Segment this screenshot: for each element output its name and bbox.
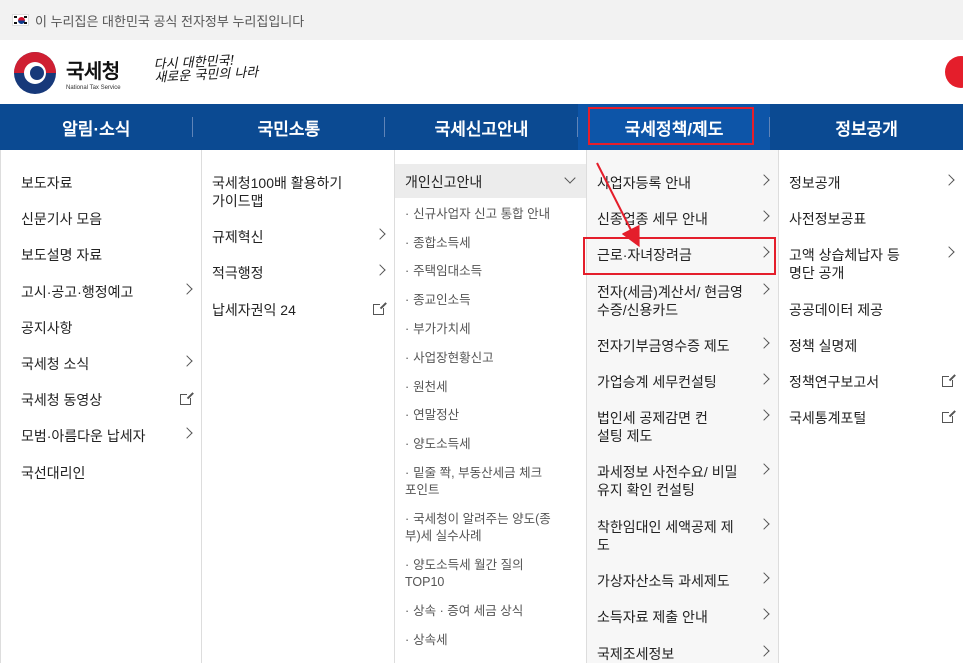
gnb-label: 국세신고안내 xyxy=(434,119,529,139)
menu-item[interactable]: 정보공개 xyxy=(789,174,955,192)
menu-item[interactable]: 국선대리인 xyxy=(21,464,191,482)
menu-item[interactable]: 규제혁신 xyxy=(212,228,386,246)
chevron-right-icon xyxy=(943,174,955,186)
nts-emblem-icon xyxy=(14,52,56,94)
sub-item[interactable]: 양도소득세 월간 질의 TOP10 xyxy=(405,557,546,591)
menu-item[interactable]: 국세청 소식 xyxy=(21,355,193,373)
highlight-box xyxy=(587,107,754,145)
menu-item[interactable]: 국제조세정보 xyxy=(597,645,770,663)
sub-item[interactable]: 연말정산 xyxy=(405,407,576,424)
logo-name-ko: 국세청 xyxy=(66,61,120,83)
sub-item[interactable]: 상속세 xyxy=(405,632,576,649)
chevron-right-icon xyxy=(943,246,955,258)
gnb-item-communication[interactable]: 국민소통 xyxy=(193,104,386,150)
submenu-header[interactable]: 개인신고안내 xyxy=(395,164,586,198)
chevron-right-icon xyxy=(181,355,193,367)
chevron-right-icon xyxy=(758,463,770,475)
chevron-right-icon xyxy=(758,283,770,295)
menu-item[interactable]: 사업자등록 안내 xyxy=(597,174,770,192)
site-logo[interactable]: 국세청 National Tax Service xyxy=(14,52,121,94)
chevron-right-icon xyxy=(181,427,193,439)
menu-item[interactable]: 가업승계 세무컨설팅 xyxy=(597,373,770,391)
chevron-right-icon xyxy=(758,337,770,349)
menu-column-notice: 보도자료 신문기사 모음 보도설명 자료 고시·공고·행정예고 공지사항 국세청… xyxy=(0,150,201,663)
gnb-item-notice[interactable]: 알림·소식 xyxy=(0,104,193,150)
menu-item[interactable]: 착한임대인 세액공제 제도 xyxy=(597,518,770,554)
menu-item[interactable]: 국세통계포털 xyxy=(789,409,956,427)
chevron-right-icon xyxy=(758,174,770,186)
red-circle-icon[interactable] xyxy=(945,56,963,88)
chevron-right-icon xyxy=(758,518,770,530)
menu-item[interactable]: 정책 실명제 xyxy=(789,337,953,355)
menu-item[interactable]: 고액 상습체납자 등 명단 공개 xyxy=(789,246,955,282)
gnb-item-info-disclosure[interactable]: 정보공개 xyxy=(770,104,963,150)
menu-item[interactable]: 보도설명 자료 xyxy=(21,246,191,264)
menu-item[interactable]: 납세자권익 24 xyxy=(212,301,387,319)
chevron-down-icon xyxy=(564,172,576,184)
menu-item[interactable]: 소득자료 제출 안내 xyxy=(597,608,770,626)
menu-column-communication: 국세청100배 활용하기 가이드맵 규제혁신 적극행정 납세자권익 24 xyxy=(201,150,394,663)
menu-item[interactable]: 사전정보공표 xyxy=(789,210,953,228)
menu-item[interactable]: 신종업종 세무 안내 xyxy=(597,210,770,228)
slogan-line2: 새로운 국민의 나라 xyxy=(154,65,259,86)
gnb-item-tax-policy[interactable]: 국세정책/제도 xyxy=(577,104,771,150)
logo-name-en: National Tax Service xyxy=(66,85,121,91)
external-link-icon xyxy=(373,302,387,315)
menu-item[interactable]: 신문기사 모음 xyxy=(21,210,191,228)
sub-item[interactable]: 밑줄 쫙, 부동산세금 체크포인트 xyxy=(405,465,546,499)
menu-item[interactable]: 정책연구보고서 xyxy=(789,373,956,391)
menu-item[interactable]: 전자(세금)계산서/ 현금영수증/신용카드 xyxy=(597,283,770,319)
chevron-right-icon xyxy=(374,264,386,276)
global-nav: 알림·소식 국민소통 국세신고안내 국세정책/제도 정보공개 xyxy=(0,104,963,150)
chevron-right-icon xyxy=(758,608,770,620)
menu-item[interactable]: 국세청 동영상 xyxy=(21,391,194,409)
sub-item[interactable]: 신규사업자 신고 통합 안내 xyxy=(405,206,576,223)
gnb-item-tax-filing[interactable]: 국세신고안내 xyxy=(385,104,578,150)
external-link-icon xyxy=(180,392,194,405)
menu-column-info-disclosure: 정보공개 사전정보공표 고액 상습체납자 등 명단 공개 공공데이터 제공 정책… xyxy=(778,150,963,663)
menu-item[interactable]: 전자기부금영수증 제도 xyxy=(597,337,770,355)
chevron-right-icon xyxy=(758,210,770,222)
menu-column-tax-policy: 사업자등록 안내 신종업종 세무 안내 근로·자녀장려금 전자(세금)계산서/ … xyxy=(583,150,778,663)
sub-item[interactable]: 국세청이 알려주는 양도(종부)세 실수사례 xyxy=(405,511,566,545)
sub-item[interactable]: 사업장현황신고 xyxy=(405,350,576,367)
sub-item[interactable]: 상속 · 증여 세금 상식 xyxy=(405,603,576,620)
menu-item[interactable]: 보도자료 xyxy=(21,174,191,192)
menu-item[interactable]: 공지사항 xyxy=(21,319,191,337)
chevron-right-icon xyxy=(758,409,770,421)
gov-banner-text: 이 누리집은 대한민국 공식 전자정부 누리집입니다 xyxy=(35,13,305,29)
menu-item[interactable]: 공공데이터 제공 xyxy=(789,301,953,319)
gnb-label: 알림·소식 xyxy=(62,119,131,139)
korean-flag-icon xyxy=(12,14,29,26)
chevron-right-icon xyxy=(181,283,193,295)
sub-item[interactable]: 종교인소득 xyxy=(405,292,576,309)
sub-item[interactable]: 양도소득세 xyxy=(405,436,576,453)
menu-column-tax-filing: 개인신고안내 신규사업자 신고 통합 안내 종합소득세 주택임대소득 종교인소득… xyxy=(394,150,586,663)
gnb-label: 국민소통 xyxy=(257,119,321,139)
site-header: 국세청 National Tax Service 다시 대한민국! 새로운 국민… xyxy=(0,40,963,104)
chevron-right-icon xyxy=(758,373,770,385)
gnb-label: 정보공개 xyxy=(835,119,898,139)
chevron-right-icon xyxy=(374,228,386,240)
mega-menu: 보도자료 신문기사 모음 보도설명 자료 고시·공고·행정예고 공지사항 국세청… xyxy=(0,150,963,663)
menu-item[interactable]: 적극행정 xyxy=(212,264,386,282)
sub-item[interactable]: 원천세 xyxy=(405,379,576,396)
menu-item[interactable]: 고시·공고·행정예고 xyxy=(21,283,193,301)
external-link-icon xyxy=(942,410,956,423)
menu-item[interactable]: 국세청100배 활용하기 가이드맵 xyxy=(212,174,354,210)
gov-banner: 이 누리집은 대한민국 공식 전자정부 누리집입니다 xyxy=(0,0,963,40)
external-link-icon xyxy=(942,374,956,387)
chevron-right-icon xyxy=(758,645,770,657)
highlight-box xyxy=(583,237,776,275)
sub-item[interactable]: 주택임대소득 xyxy=(405,263,576,280)
sub-item[interactable]: 종합소득세 xyxy=(405,235,576,252)
menu-item[interactable]: 모범·아름다운 납세자 xyxy=(21,427,193,445)
menu-item[interactable]: 법인세 공제감면 컨설팅 제도 xyxy=(597,409,770,445)
sub-item[interactable]: 부가가치세 xyxy=(405,321,576,338)
slogan: 다시 대한민국! 새로운 국민의 나라 xyxy=(153,53,259,86)
chevron-right-icon xyxy=(758,572,770,584)
menu-item[interactable]: 가상자산소득 과세제도 xyxy=(597,572,770,590)
menu-item[interactable]: 과세정보 사전수요/ 비밀유지 확인 컨설팅 xyxy=(597,463,770,499)
